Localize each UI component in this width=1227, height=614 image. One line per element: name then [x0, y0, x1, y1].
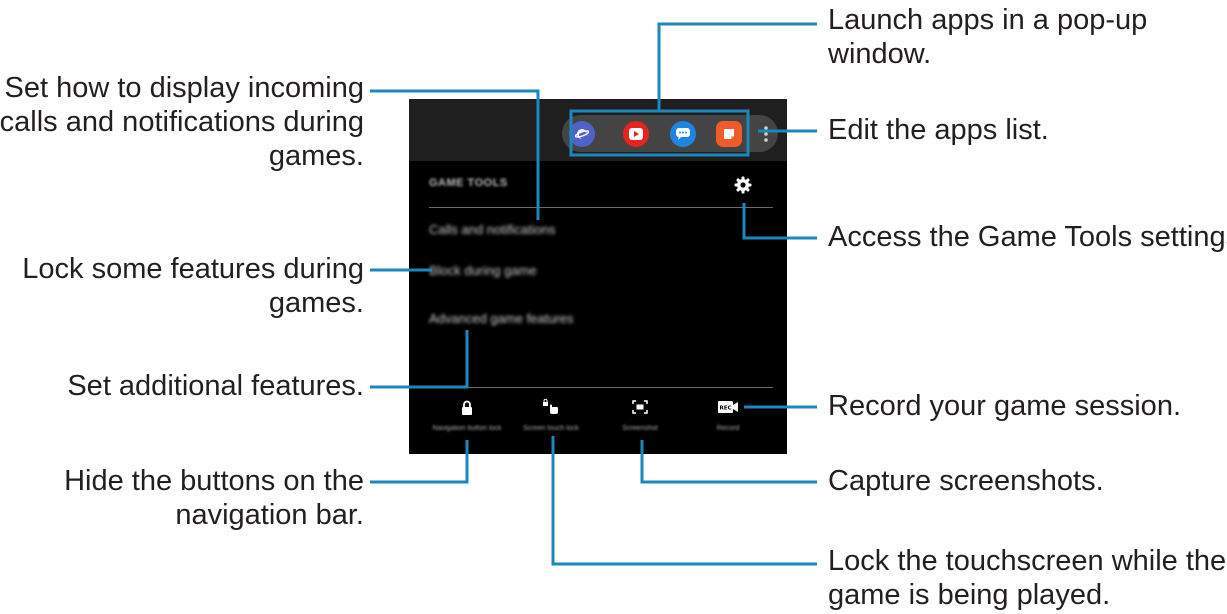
leader-calls — [370, 89, 540, 220]
leader-popup — [657, 22, 817, 111]
callout-navigation-lock: Hide the buttons on the navigation bar. — [64, 465, 364, 531]
leader-settings — [742, 203, 817, 240]
app-tray-highlight-box — [569, 109, 750, 157]
callout-block-during-game: Lock some features during games. — [22, 253, 364, 319]
leader-touch-lock — [551, 436, 817, 566]
callout-screenshot: Capture screenshots. — [828, 465, 1104, 497]
callout-calls-notifications: Set how to display incoming calls and not… — [0, 72, 364, 172]
callout-edit-apps: Edit the apps list. — [828, 114, 1049, 146]
leader-screenshot — [640, 440, 817, 484]
callout-advanced-features: Set additional features. — [67, 370, 364, 402]
callout-record: Record your game session. — [828, 390, 1181, 422]
leader-advanced — [370, 330, 469, 389]
leader-nav-lock — [370, 440, 469, 484]
callout-popup-window: Launch apps in a pop-up window. — [828, 4, 1148, 70]
callout-touch-lock: Lock the touchscreen while the game is be… — [828, 545, 1227, 611]
callout-settings: Access the Game Tools settings. — [828, 221, 1227, 253]
